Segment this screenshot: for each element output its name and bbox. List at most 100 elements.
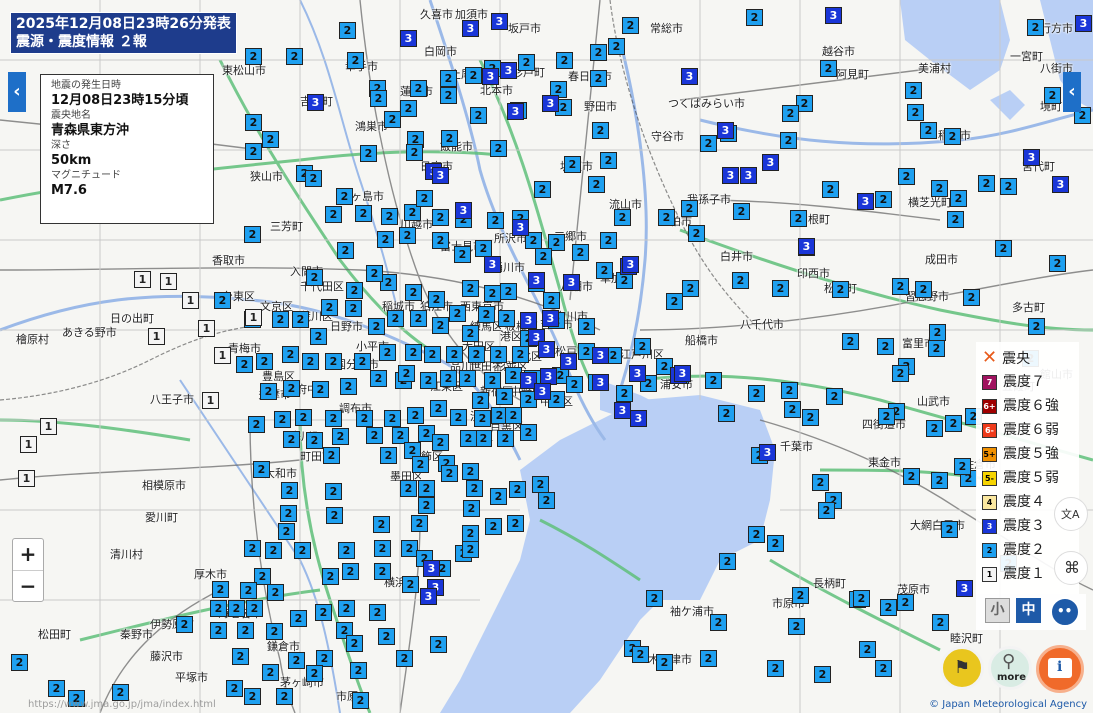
intensity-marker-2[interactable]: 2 — [400, 480, 417, 497]
intensity-marker-2[interactable]: 2 — [907, 104, 924, 121]
intensity-marker-2[interactable]: 2 — [266, 623, 283, 640]
intensity-marker-3[interactable]: 3 — [1075, 15, 1092, 32]
intensity-marker-2[interactable]: 2 — [543, 292, 560, 309]
intensity-marker-3[interactable]: 3 — [507, 103, 524, 120]
intensity-marker-2[interactable]: 2 — [842, 333, 859, 350]
intensity-marker-2[interactable]: 2 — [11, 654, 28, 671]
intensity-marker-2[interactable]: 2 — [355, 205, 372, 222]
hazard-map-button[interactable]: ⚑ — [940, 646, 984, 690]
intensity-marker-2[interactable]: 2 — [210, 600, 227, 617]
intensity-marker-2[interactable]: 2 — [424, 346, 441, 363]
intensity-marker-2[interactable]: 2 — [412, 456, 429, 473]
intensity-marker-2[interactable]: 2 — [459, 370, 476, 387]
intensity-marker-2[interactable]: 2 — [978, 175, 995, 192]
intensity-marker-2[interactable]: 2 — [484, 372, 501, 389]
intensity-marker-2[interactable]: 2 — [322, 568, 339, 585]
intensity-marker-2[interactable]: 2 — [379, 344, 396, 361]
intensity-marker-2[interactable]: 2 — [265, 542, 282, 559]
intensity-marker-2[interactable]: 2 — [232, 648, 249, 665]
intensity-marker-2[interactable]: 2 — [892, 278, 909, 295]
intensity-marker-2[interactable]: 2 — [352, 692, 369, 709]
intensity-marker-2[interactable]: 2 — [616, 385, 633, 402]
intensity-marker-2[interactable]: 2 — [733, 203, 750, 220]
intensity-marker-2[interactable]: 2 — [295, 409, 312, 426]
intensity-marker-2[interactable]: 2 — [658, 209, 675, 226]
intensity-marker-2[interactable]: 2 — [767, 535, 784, 552]
intensity-marker-2[interactable]: 2 — [859, 641, 876, 658]
intensity-marker-2[interactable]: 2 — [622, 17, 639, 34]
intensity-marker-2[interactable]: 2 — [345, 300, 362, 317]
intensity-marker-2[interactable]: 2 — [954, 458, 971, 475]
intensity-marker-2[interactable]: 2 — [276, 688, 293, 705]
intensity-marker-2[interactable]: 2 — [518, 54, 535, 71]
intensity-marker-2[interactable]: 2 — [820, 60, 837, 77]
intensity-marker-2[interactable]: 2 — [590, 70, 607, 87]
intensity-marker-2[interactable]: 2 — [262, 131, 279, 148]
intensity-marker-2[interactable]: 2 — [463, 500, 480, 517]
intensity-marker-3[interactable]: 3 — [674, 365, 691, 382]
intensity-marker-2[interactable]: 2 — [430, 400, 447, 417]
intensity-marker-2[interactable]: 2 — [432, 232, 449, 249]
intensity-marker-2[interactable]: 2 — [420, 372, 437, 389]
intensity-marker-2[interactable]: 2 — [283, 431, 300, 448]
intensity-marker-2[interactable]: 2 — [325, 483, 342, 500]
intensity-marker-2[interactable]: 2 — [931, 180, 948, 197]
intensity-marker-2[interactable]: 2 — [416, 190, 433, 207]
intensity-marker-2[interactable]: 2 — [399, 227, 416, 244]
intensity-marker-2[interactable]: 2 — [347, 52, 364, 69]
intensity-marker-2[interactable]: 2 — [366, 265, 383, 282]
intensity-marker-1[interactable]: 1 — [202, 392, 219, 409]
intensity-marker-2[interactable]: 2 — [356, 410, 373, 427]
intensity-marker-2[interactable]: 2 — [212, 581, 229, 598]
intensity-marker-2[interactable]: 2 — [432, 434, 449, 451]
intensity-marker-2[interactable]: 2 — [818, 502, 835, 519]
intensity-marker-2[interactable]: 2 — [732, 272, 749, 289]
intensity-marker-2[interactable]: 2 — [370, 370, 387, 387]
intensity-marker-2[interactable]: 2 — [214, 292, 231, 309]
intensity-marker-3[interactable]: 3 — [423, 560, 440, 577]
zoom-out-button[interactable]: − — [13, 571, 43, 602]
intensity-marker-2[interactable]: 2 — [305, 170, 322, 187]
size-medium-button[interactable]: 中 — [1016, 598, 1041, 623]
intensity-marker-2[interactable]: 2 — [440, 87, 457, 104]
intensity-marker-2[interactable]: 2 — [705, 372, 722, 389]
intensity-marker-2[interactable]: 2 — [369, 604, 386, 621]
intensity-marker-2[interactable]: 2 — [608, 38, 625, 55]
intensity-marker-3[interactable]: 3 — [857, 193, 874, 210]
intensity-marker-2[interactable]: 2 — [387, 310, 404, 327]
intensity-marker-2[interactable]: 2 — [384, 410, 401, 427]
intensity-marker-3[interactable]: 3 — [563, 274, 580, 291]
intensity-marker-2[interactable]: 2 — [792, 587, 809, 604]
intensity-marker-2[interactable]: 2 — [505, 407, 522, 424]
intensity-marker-2[interactable]: 2 — [748, 385, 765, 402]
intensity-marker-2[interactable]: 2 — [462, 525, 479, 542]
intensity-marker-2[interactable]: 2 — [256, 353, 273, 370]
intensity-marker-1[interactable]: 1 — [18, 470, 35, 487]
intensity-marker-2[interactable]: 2 — [600, 232, 617, 249]
right-panel-toggle-button[interactable]: ‹ — [1063, 72, 1081, 112]
intensity-marker-2[interactable]: 2 — [507, 515, 524, 532]
intensity-marker-2[interactable]: 2 — [814, 666, 831, 683]
intensity-marker-3[interactable]: 3 — [538, 341, 555, 358]
intensity-marker-2[interactable]: 2 — [338, 600, 355, 617]
intensity-marker-1[interactable]: 1 — [148, 328, 165, 345]
intensity-marker-1[interactable]: 1 — [198, 320, 215, 337]
intensity-marker-2[interactable]: 2 — [490, 346, 507, 363]
intensity-marker-2[interactable]: 2 — [337, 242, 354, 259]
intensity-marker-2[interactable]: 2 — [380, 447, 397, 464]
intensity-marker-2[interactable]: 2 — [929, 324, 946, 341]
intensity-marker-3[interactable]: 3 — [534, 383, 551, 400]
intensity-marker-2[interactable]: 2 — [244, 540, 261, 557]
intensity-marker-2[interactable]: 2 — [556, 52, 573, 69]
intensity-marker-2[interactable]: 2 — [312, 381, 329, 398]
intensity-marker-2[interactable]: 2 — [410, 310, 427, 327]
intensity-marker-2[interactable]: 2 — [682, 280, 699, 297]
intensity-marker-2[interactable]: 2 — [378, 628, 395, 645]
intensity-marker-3[interactable]: 3 — [462, 20, 479, 37]
intensity-marker-2[interactable]: 2 — [646, 590, 663, 607]
intensity-marker-2[interactable]: 2 — [286, 48, 303, 65]
intensity-marker-2[interactable]: 2 — [812, 474, 829, 491]
intensity-marker-2[interactable]: 2 — [450, 409, 467, 426]
intensity-marker-3[interactable]: 3 — [500, 62, 517, 79]
intensity-marker-2[interactable]: 2 — [248, 416, 265, 433]
